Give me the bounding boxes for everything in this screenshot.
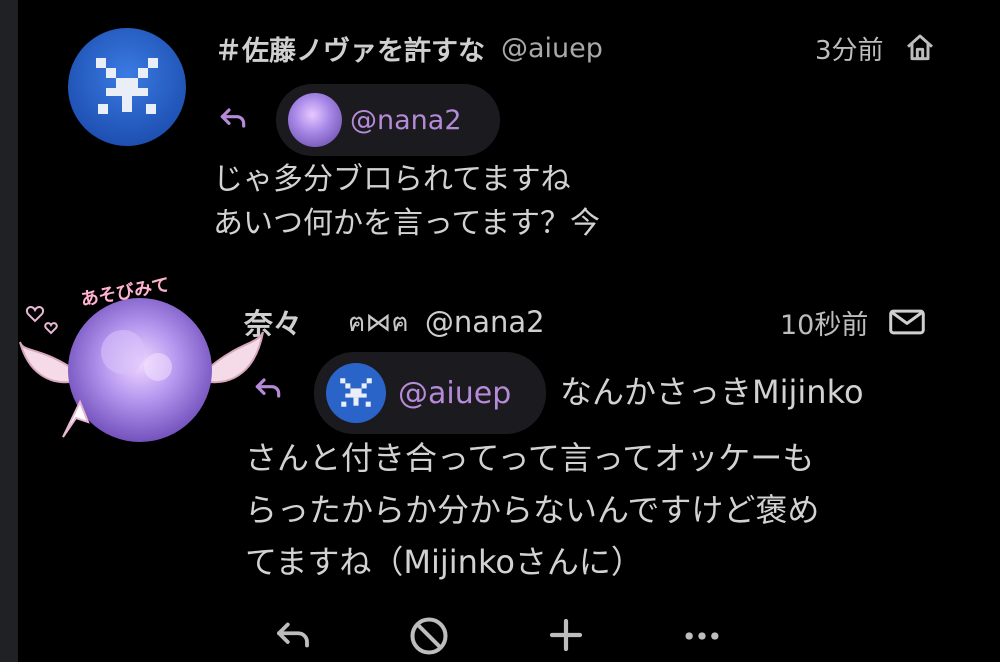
author-handle[interactable]: @nana2 <box>425 305 545 339</box>
mention-avatar-icon <box>326 363 386 423</box>
add-reaction-button[interactable] <box>545 614 587 660</box>
author-name[interactable]: ＃佐藤ノヴァを許すな <box>215 29 485 68</box>
post-body-line-2: あいつ何かを言ってます？今 <box>213 206 600 241</box>
reply-body-line-3: らったからか分からないんですけど褒め <box>245 491 820 529</box>
post-body-line-1: じゃ多分ブロられてますね <box>213 162 571 197</box>
reply-avatar[interactable]: あそびみて <box>18 272 268 447</box>
timeline: ＃佐藤ノヴァを許すな @aiuep 3分前 @nana2 じゃ多分ブロられてます… <box>0 0 1000 662</box>
author-name[interactable]: 奈々 <box>244 301 302 343</box>
reply-body-line-2: さんと付き合ってって言ってオッケーも <box>245 439 815 477</box>
post-meta: 3分前 <box>815 28 936 68</box>
mention-handle: @aiuep <box>398 375 512 411</box>
left-edge-bar <box>0 0 18 662</box>
author-handle[interactable]: @aiuep <box>501 33 603 64</box>
reply-to-mention[interactable]: @aiuep <box>314 352 546 434</box>
reply-to-mention[interactable]: @nana2 <box>276 84 500 156</box>
reply-meta: 10秒前 <box>780 302 926 342</box>
reply-header: 奈々 ฅ⋈ฅ @nana2 <box>244 302 545 342</box>
mention-avatar <box>288 93 342 147</box>
reply-arrow-icon <box>220 108 246 128</box>
envelope-icon <box>888 306 926 338</box>
block-icon <box>410 617 448 655</box>
more-button[interactable] <box>680 614 724 662</box>
post-avatar[interactable] <box>68 28 186 146</box>
reply-icon <box>277 622 309 648</box>
plus-icon <box>549 618 583 652</box>
pixel-logo-avatar-icon <box>68 28 186 146</box>
reply-arrow-icon <box>255 378 281 398</box>
post-time[interactable]: 3分前 <box>815 30 884 67</box>
mention-handle: @nana2 <box>350 104 462 136</box>
post-header: ＃佐藤ノヴァを許すな @aiuep <box>215 28 603 68</box>
more-icon <box>685 632 719 640</box>
reply-body-line-4: てますね（Mijinkoさんに） <box>245 543 643 581</box>
reply-time[interactable]: 10秒前 <box>780 303 868 342</box>
reply-body-first-line: なんかさっきMijinko <box>560 373 864 411</box>
reply-button[interactable] <box>272 614 314 660</box>
block-button[interactable] <box>407 614 451 662</box>
author-emoji: ฅ⋈ฅ <box>348 307 409 338</box>
home-icon <box>904 32 936 64</box>
